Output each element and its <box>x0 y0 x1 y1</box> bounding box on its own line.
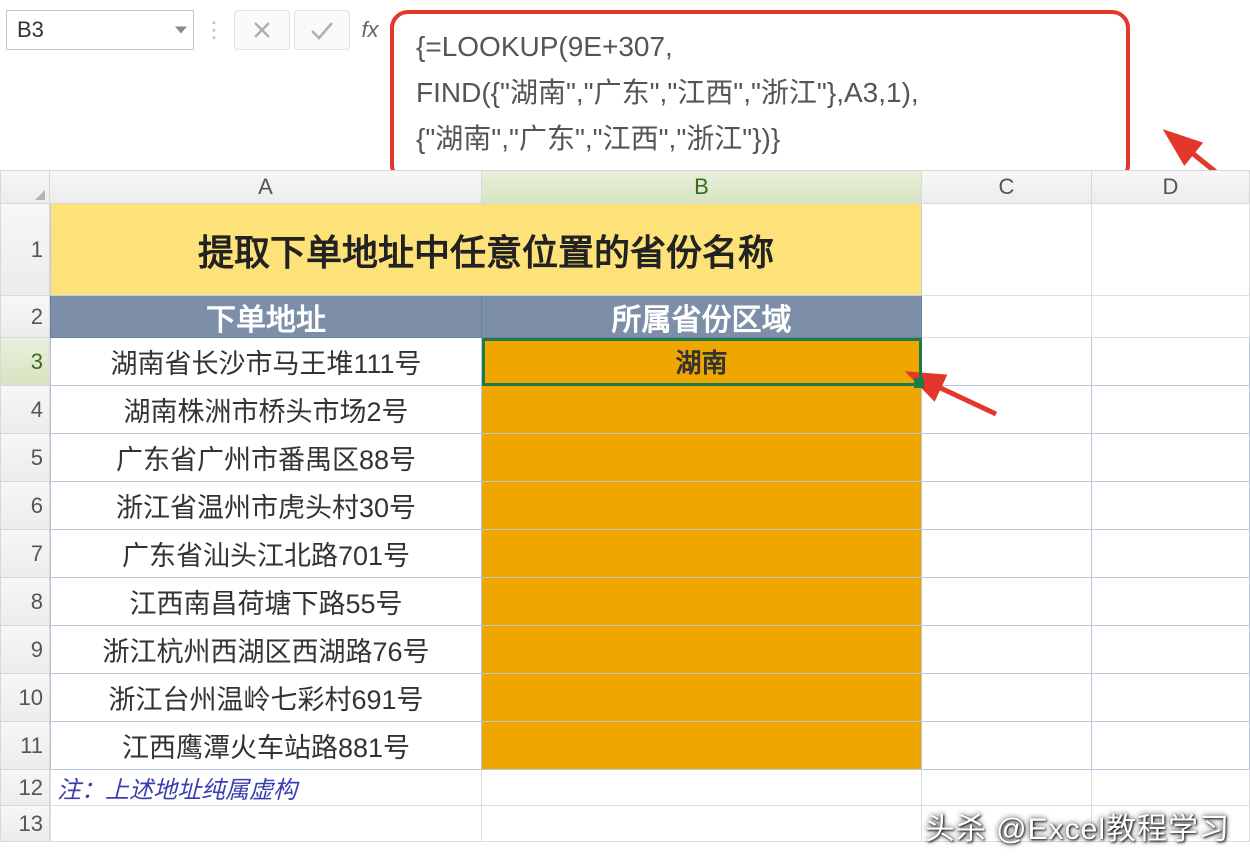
province-cell[interactable] <box>482 674 922 722</box>
address-cell[interactable]: 浙江杭州西湖区西湖路76号 <box>50 626 482 674</box>
cell[interactable] <box>922 674 1092 722</box>
row-header[interactable]: 4 <box>0 386 50 434</box>
table-row: 6 浙江省温州市虎头村30号 <box>0 482 1250 530</box>
cell[interactable] <box>1092 674 1250 722</box>
row-header[interactable]: 12 <box>0 770 50 806</box>
row-header[interactable]: 8 <box>0 578 50 626</box>
table-row: 10 浙江台州温岭七彩村691号 <box>0 674 1250 722</box>
cell[interactable] <box>922 434 1092 482</box>
column-header-A[interactable]: A <box>50 170 482 204</box>
formula-line: {"湖南","广东","江西","浙江"})} <box>416 116 1104 162</box>
row-header[interactable]: 2 <box>0 296 50 338</box>
check-icon <box>309 19 335 41</box>
province-cell[interactable] <box>482 626 922 674</box>
formula-line: {=LOOKUP(9E+307, <box>416 24 1104 70</box>
title-cell[interactable]: 提取下单地址中任意位置的省份名称 <box>50 204 922 296</box>
watermark: 头杀 @Excel教程学习 <box>925 804 1230 848</box>
header-cell-province[interactable]: 所属省份区域 <box>482 296 922 338</box>
table-row: 2 下单地址 所属省份区域 <box>0 296 1250 338</box>
cell[interactable] <box>1092 626 1250 674</box>
table-row: 8 江西南昌荷塘下路55号 <box>0 578 1250 626</box>
row-header[interactable]: 7 <box>0 530 50 578</box>
select-all-corner[interactable] <box>0 170 50 204</box>
cell[interactable] <box>922 722 1092 770</box>
table-row: 3 湖南省长沙市马王堆111号 湖南 <box>0 338 1250 386</box>
address-cell[interactable]: 湖南株洲市桥头市场2号 <box>50 386 482 434</box>
table-row: 7 广东省汕头江北路701号 <box>0 530 1250 578</box>
cancel-icon <box>251 19 273 41</box>
name-box-dropdown-icon[interactable] <box>175 27 187 34</box>
cell[interactable] <box>922 338 1092 386</box>
column-header-D[interactable]: D <box>1092 170 1250 204</box>
note-cell[interactable]: 注：上述地址纯属虚构 <box>50 770 482 806</box>
fx-label[interactable]: fx <box>354 10 386 50</box>
name-box[interactable]: B3 <box>6 10 194 50</box>
cell[interactable] <box>922 482 1092 530</box>
confirm-button[interactable] <box>294 10 350 50</box>
address-cell[interactable]: 湖南省长沙市马王堆111号 <box>50 338 482 386</box>
table-row: 11 江西鹰潭火车站路881号 <box>0 722 1250 770</box>
cell[interactable] <box>922 530 1092 578</box>
column-header-B[interactable]: B <box>482 170 922 204</box>
table-row: 5 广东省广州市番禺区88号 <box>0 434 1250 482</box>
cell[interactable] <box>1092 530 1250 578</box>
province-cell[interactable] <box>482 434 922 482</box>
cell[interactable] <box>1092 434 1250 482</box>
cell[interactable] <box>1092 722 1250 770</box>
province-cell[interactable] <box>482 722 922 770</box>
address-cell[interactable]: 广东省广州市番禺区88号 <box>50 434 482 482</box>
cell[interactable] <box>1092 296 1250 338</box>
row-header[interactable]: 1 <box>0 204 50 296</box>
cell[interactable] <box>1092 204 1250 296</box>
row-header[interactable]: 3 <box>0 338 50 386</box>
table-row: 1 提取下单地址中任意位置的省份名称 <box>0 204 1250 296</box>
row-header[interactable]: 9 <box>0 626 50 674</box>
address-cell[interactable]: 浙江省温州市虎头村30号 <box>50 482 482 530</box>
province-cell[interactable] <box>482 482 922 530</box>
row-header[interactable]: 5 <box>0 434 50 482</box>
address-cell[interactable]: 浙江台州温岭七彩村691号 <box>50 674 482 722</box>
address-cell[interactable]: 江西鹰潭火车站路881号 <box>50 722 482 770</box>
header-cell-address[interactable]: 下单地址 <box>50 296 482 338</box>
cell[interactable] <box>50 806 482 842</box>
cell[interactable] <box>482 806 922 842</box>
column-header-C[interactable]: C <box>922 170 1092 204</box>
formula-bar: B3 ⋮ fx {=LOOKUP(9E+307, FIND({"湖南","广东"… <box>0 0 1250 170</box>
address-cell[interactable]: 江西南昌荷塘下路55号 <box>50 578 482 626</box>
cell[interactable] <box>482 770 922 806</box>
row-header[interactable]: 6 <box>0 482 50 530</box>
table-row: 4 湖南株洲市桥头市场2号 <box>0 386 1250 434</box>
cell[interactable] <box>1092 386 1250 434</box>
cell[interactable] <box>1092 770 1250 806</box>
column-header-row: A B C D <box>0 170 1250 204</box>
cancel-button[interactable] <box>234 10 290 50</box>
province-cell[interactable] <box>482 530 922 578</box>
cell[interactable] <box>922 204 1092 296</box>
cell[interactable] <box>1092 338 1250 386</box>
cell[interactable] <box>922 296 1092 338</box>
table-row: 9 浙江杭州西湖区西湖路76号 <box>0 626 1250 674</box>
row-header[interactable]: 10 <box>0 674 50 722</box>
cell[interactable] <box>922 386 1092 434</box>
spreadsheet-grid[interactable]: A B C D 1 提取下单地址中任意位置的省份名称 2 下单地址 所属省份区域… <box>0 170 1250 842</box>
separator-icon: ⋮ <box>194 10 234 50</box>
row-header[interactable]: 13 <box>0 806 50 842</box>
cell[interactable] <box>922 626 1092 674</box>
cell[interactable] <box>922 578 1092 626</box>
province-cell[interactable] <box>482 386 922 434</box>
table-row: 12 注：上述地址纯属虚构 <box>0 770 1250 806</box>
row-header[interactable]: 11 <box>0 722 50 770</box>
formula-input[interactable]: {=LOOKUP(9E+307, FIND({"湖南","广东","江西","浙… <box>390 10 1130 183</box>
name-box-value: B3 <box>17 17 44 43</box>
cell[interactable] <box>1092 578 1250 626</box>
formula-line: FIND({"湖南","广东","江西","浙江"},A3,1), <box>416 70 1104 116</box>
cell[interactable] <box>1092 482 1250 530</box>
province-cell[interactable]: 湖南 <box>482 338 922 386</box>
province-cell[interactable] <box>482 578 922 626</box>
cell[interactable] <box>922 770 1092 806</box>
address-cell[interactable]: 广东省汕头江北路701号 <box>50 530 482 578</box>
